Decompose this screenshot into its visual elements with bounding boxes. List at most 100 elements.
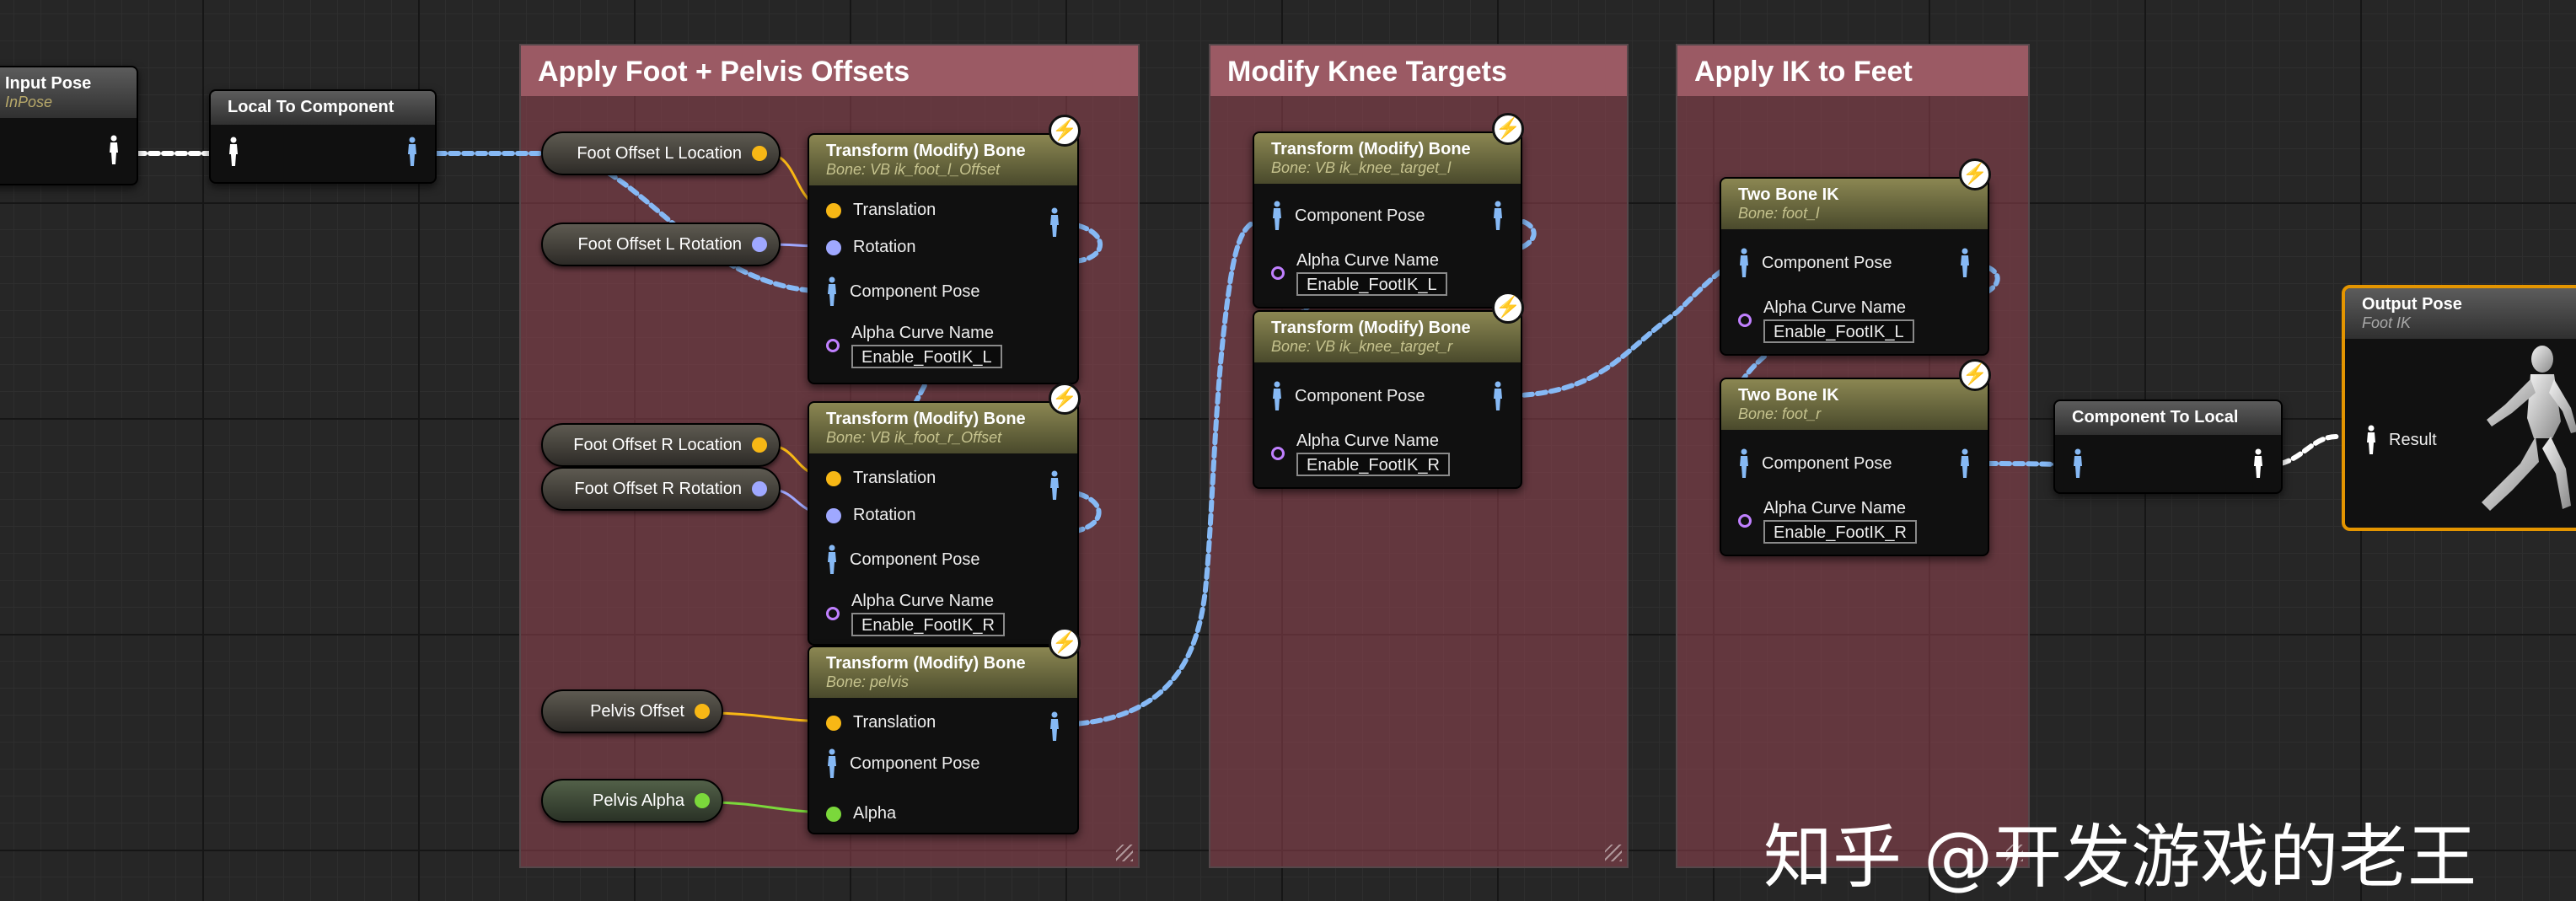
pose-figure-icon	[828, 276, 836, 306]
node-header: Component To Local	[2055, 401, 2281, 435]
transform-bone-node-foot-r[interactable]: Transform (Modify) Bone Bone: VB ik_foot…	[808, 383, 1081, 646]
component-pose-in-pin[interactable]: Component Pose	[1738, 448, 1892, 479]
alpha-curve-field[interactable]: Enable_FootIK_R	[1296, 453, 1450, 476]
component-to-local-node[interactable]: Component To Local	[2053, 400, 2283, 494]
var-foot-offset-r-rotation[interactable]: Foot Offset R Rotation	[541, 467, 781, 511]
rotator-pin[interactable]	[752, 237, 767, 252]
translation-pin[interactable]: Translation	[826, 469, 936, 488]
component-pose-in-pin[interactable]: Component Pose	[826, 276, 980, 307]
alpha-curve-field[interactable]: Enable_FootIK_L	[1296, 272, 1447, 296]
var-foot-offset-r-location[interactable]: Foot Offset R Location	[541, 423, 781, 467]
pin-label: Alpha	[853, 804, 897, 823]
transform-bone-node-knee-l[interactable]: Transform (Modify) Bone Bone: VB ik_knee…	[1253, 113, 1524, 308]
pose-figure-icon	[2254, 448, 2262, 478]
name-pin-ring	[1738, 514, 1752, 528]
pin-label: Component Pose	[1295, 386, 1425, 405]
component-pose-out-pin[interactable]	[1959, 248, 1971, 278]
output-pose-pin[interactable]	[406, 137, 418, 167]
rotation-pin[interactable]: Rotation	[826, 238, 916, 257]
component-pose-in-pin[interactable]: Component Pose	[826, 544, 980, 575]
two-bone-ik-node-foot-l[interactable]: Two Bone IK Bone: foot_l ⚡ Component Pos…	[1720, 158, 1991, 356]
transform-bone-node-foot-l[interactable]: Transform (Modify) Bone Bone: VB ik_foot…	[808, 115, 1081, 384]
alpha-curve-field[interactable]: Enable_FootIK_R	[1763, 520, 1917, 544]
translation-pin[interactable]: Translation	[826, 201, 936, 220]
transform-bone-node-pelvis[interactable]: Transform (Modify) Bone Bone: pelvis ⚡ T…	[808, 627, 1081, 834]
pin-label: Component Pose	[850, 550, 980, 569]
pose-figure-icon	[110, 135, 118, 164]
node-header: Two Bone IK Bone: foot_l	[1721, 179, 1988, 229]
pin-label: Component Pose	[1295, 206, 1425, 225]
pose-figure-icon	[1050, 470, 1059, 500]
node-title: Two Bone IK	[1738, 185, 1839, 204]
output-pose-node[interactable]: Output Pose Foot IK Result	[2342, 285, 2576, 531]
output-pose-pin[interactable]	[2252, 448, 2264, 479]
alpha-curve-field[interactable]: Enable_FootIK_L	[1763, 319, 1914, 343]
float-pin-dot	[826, 806, 841, 822]
alpha-curve-pin[interactable]: Alpha Curve Name Enable_FootIK_L	[1271, 251, 1447, 296]
rotation-pin[interactable]: Rotation	[826, 506, 916, 525]
node-header: Transform (Modify) Bone Bone: pelvis	[809, 647, 1077, 698]
node-title: Transform (Modify) Bone	[1271, 140, 1471, 158]
pin-label: Alpha Curve Name	[1296, 251, 1439, 270]
node-title: Input Pose	[5, 74, 92, 93]
input-pose-node[interactable]: Input Pose InPose	[0, 66, 138, 185]
pose-figure-icon	[1273, 201, 1281, 230]
alpha-curve-pin[interactable]: Alpha Curve Name Enable_FootIK_R	[1738, 499, 1917, 544]
rotator-pin[interactable]	[752, 481, 767, 496]
node-title: Output Pose	[2362, 295, 2462, 314]
local-to-component-node[interactable]: Local To Component	[209, 89, 437, 184]
node-header: Transform (Modify) Bone Bone: VB ik_knee…	[1254, 312, 1521, 362]
output-pose-pin[interactable]	[108, 135, 120, 165]
input-pose-pin[interactable]	[2072, 448, 2084, 479]
lightning-bolt-icon: ⚡	[1049, 115, 1081, 147]
node-header: Two Bone IK Bone: foot_r	[1721, 379, 1988, 430]
alpha-curve-field[interactable]: Enable_FootIK_L	[851, 345, 1002, 368]
node-header: Output Pose Foot IK	[2345, 288, 2576, 339]
component-pose-out-pin[interactable]	[1049, 207, 1060, 238]
pose-figure-icon	[229, 137, 238, 166]
mannequin-icon	[2482, 346, 2576, 511]
exec-wire	[1049, 215, 1280, 727]
node-title: Local To Component	[228, 98, 394, 116]
pin-label: Component Pose	[850, 754, 980, 773]
component-pose-out-pin[interactable]	[1049, 470, 1060, 501]
var-pelvis-alpha[interactable]: Pelvis Alpha	[541, 779, 723, 823]
alpha-curve-field[interactable]: Enable_FootIK_R	[851, 613, 1005, 636]
translation-pin[interactable]: Translation	[826, 713, 936, 732]
pose-figure-icon	[1050, 711, 1059, 741]
var-foot-offset-l-rotation[interactable]: Foot Offset L Rotation	[541, 223, 781, 266]
two-bone-ik-node-foot-r[interactable]: Two Bone IK Bone: foot_r ⚡ Component Pos…	[1720, 359, 1991, 556]
var-pelvis-offset[interactable]: Pelvis Offset	[541, 689, 723, 733]
node-title: Two Bone IK	[1738, 386, 1839, 405]
pose-figure-icon	[828, 544, 836, 574]
node-title: Component To Local	[2072, 408, 2239, 426]
alpha-pin[interactable]: Alpha	[826, 804, 896, 823]
var-label: Foot Offset L Location	[577, 143, 742, 163]
transform-bone-node-knee-r[interactable]: Transform (Modify) Bone Bone: VB ik_knee…	[1253, 292, 1524, 489]
var-foot-offset-l-location[interactable]: Foot Offset L Location	[541, 131, 781, 175]
float-pin[interactable]	[695, 793, 710, 808]
alpha-curve-pin[interactable]: Alpha Curve Name Enable_FootIK_R	[826, 592, 1005, 636]
component-pose-out-pin[interactable]	[1049, 711, 1060, 742]
component-pose-out-pin[interactable]	[1492, 381, 1504, 411]
node-header: Transform (Modify) Bone Bone: VB ik_foot…	[809, 403, 1077, 453]
vector-pin[interactable]	[752, 437, 767, 453]
component-pose-in-pin[interactable]: Component Pose	[1271, 381, 1425, 411]
alpha-curve-pin[interactable]: Alpha Curve Name Enable_FootIK_R	[1271, 432, 1450, 476]
vector-pin[interactable]	[695, 704, 710, 719]
name-pin-ring	[826, 339, 840, 352]
alpha-curve-pin[interactable]: Alpha Curve Name Enable_FootIK_L	[826, 324, 1002, 368]
component-pose-in-pin[interactable]: Component Pose	[1738, 248, 1892, 278]
component-pose-out-pin[interactable]	[1959, 448, 1971, 479]
result-pin[interactable]: Result	[2365, 425, 2437, 455]
node-header: Local To Component	[211, 91, 435, 125]
node-title: Transform (Modify) Bone	[1271, 319, 1471, 337]
component-pose-out-pin[interactable]	[1492, 201, 1504, 231]
name-pin-ring	[826, 607, 840, 620]
vector-pin[interactable]	[752, 146, 767, 161]
pin-label: Alpha Curve Name	[1296, 432, 1439, 450]
component-pose-in-pin[interactable]: Component Pose	[826, 748, 980, 779]
alpha-curve-pin[interactable]: Alpha Curve Name Enable_FootIK_L	[1738, 298, 1914, 343]
component-pose-in-pin[interactable]: Component Pose	[1271, 201, 1425, 231]
input-pose-pin[interactable]	[228, 137, 239, 167]
